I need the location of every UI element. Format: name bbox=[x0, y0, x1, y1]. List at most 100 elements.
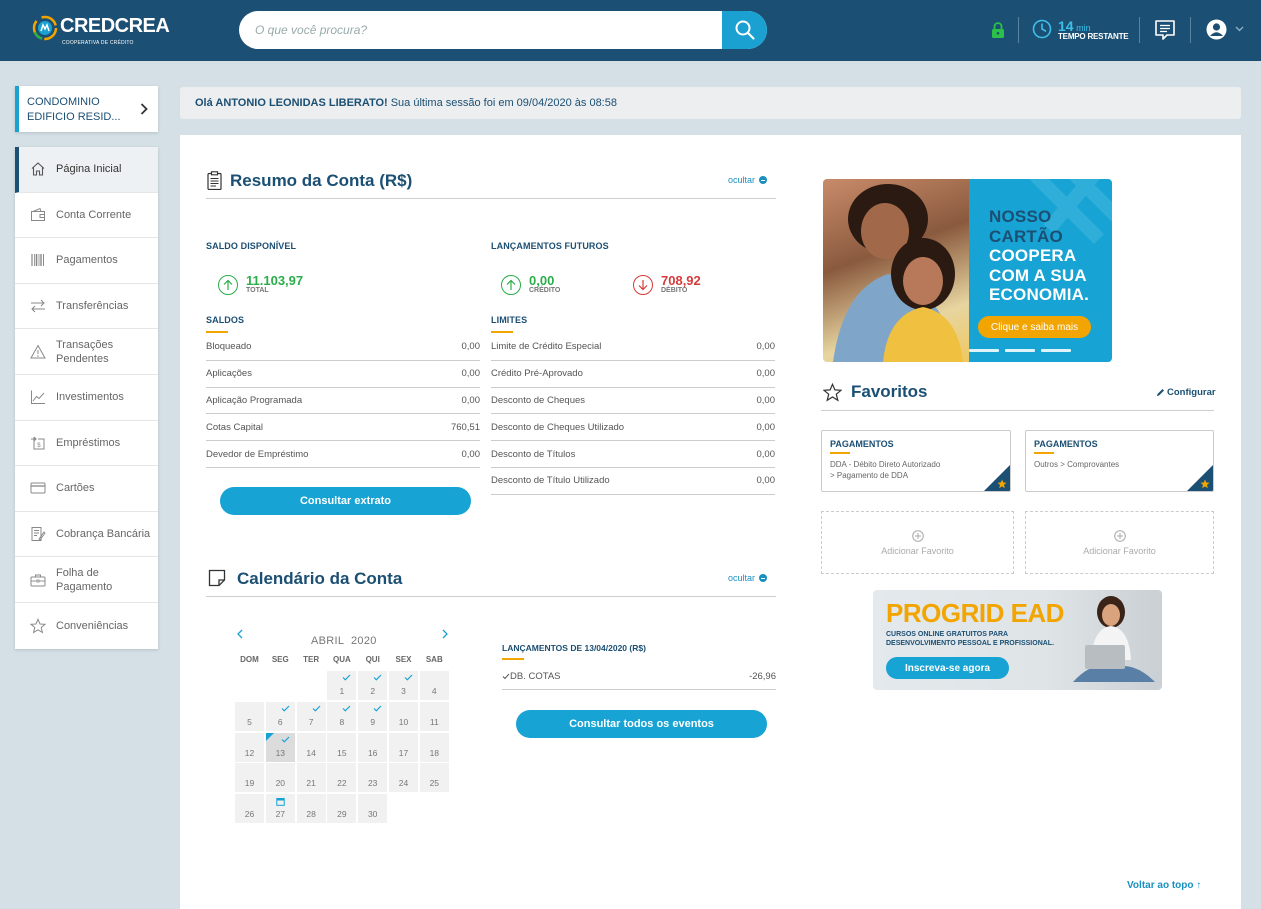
sidebar-item-label: Empréstimos bbox=[56, 436, 121, 449]
logo-mark-icon bbox=[32, 15, 58, 41]
sidebar-item-folha-de-pagamento[interactable]: Folha de Pagamento bbox=[15, 557, 158, 603]
check-icon bbox=[342, 705, 351, 712]
saldo-total: 11.103,97 TOTAL bbox=[218, 274, 303, 295]
favorite-card[interactable]: PAGAMENTOS DDA - Débito Direto Autorizad… bbox=[821, 430, 1011, 492]
sidebar-item-pagamentos[interactable]: Pagamentos bbox=[15, 238, 158, 284]
calendar-day[interactable]: 15 bbox=[327, 732, 357, 762]
debito-futuro: 708,92 DÉBITO bbox=[633, 274, 701, 295]
calendar-day[interactable]: 21 bbox=[296, 763, 326, 793]
configurar-link[interactable]: Configurar bbox=[1156, 387, 1216, 398]
calendario-hide-link[interactable]: ocultar bbox=[728, 573, 768, 583]
sidebar-item-label: Conveniências bbox=[56, 619, 129, 632]
sidebar-item-label: Investimentos bbox=[56, 391, 124, 404]
sidebar-item-transferencias[interactable]: Transferências bbox=[15, 284, 158, 330]
check-icon bbox=[502, 673, 510, 680]
credcrea-logo[interactable]: CREDCREA COOPERATIVA DE CRÉDITO bbox=[32, 13, 170, 49]
calendar-day[interactable]: 1 bbox=[327, 671, 357, 700]
saldos-row: Cotas Capital 760,51 bbox=[206, 414, 480, 442]
add-favorite-button[interactable]: Adicionar Favorito bbox=[1025, 511, 1214, 574]
back-to-top-link[interactable]: Voltar ao topo ↑ bbox=[1127, 880, 1201, 891]
sidebar-item-cobranca-bancaria[interactable]: Cobrança Bancária bbox=[15, 512, 158, 558]
plus-circle-icon bbox=[911, 529, 924, 542]
calendar-day[interactable]: 25 bbox=[419, 763, 449, 793]
calendar-day[interactable]: 18 bbox=[419, 732, 449, 762]
calendar-day[interactable]: 2 bbox=[358, 671, 388, 700]
event-value: -26,96 bbox=[749, 671, 776, 682]
limites-list: Limite de Crédito Especial 0,00 Crédito P… bbox=[491, 334, 775, 495]
calendar-day[interactable]: 30 bbox=[358, 794, 388, 824]
chevron-down-icon[interactable] bbox=[1235, 26, 1244, 32]
saldo-disponivel-label: SALDO DISPONÍVEL bbox=[206, 241, 297, 251]
calendar-day[interactable]: 12 bbox=[235, 732, 264, 762]
calendar-day[interactable]: 7 bbox=[296, 701, 326, 731]
user-avatar-icon[interactable] bbox=[1206, 19, 1227, 40]
sidebar-item-conta-corrente[interactable]: Conta Corrente bbox=[15, 193, 158, 239]
promo-carousel-dots[interactable] bbox=[969, 349, 1071, 352]
sidebar-item-cartoes[interactable]: Cartões bbox=[15, 466, 158, 512]
calendar-day[interactable]: 17 bbox=[389, 732, 418, 762]
sidebar-menu: Página Inicial Conta Corrente Pagamentos… bbox=[15, 147, 158, 649]
arrow-down-icon bbox=[633, 274, 653, 295]
calendar-day[interactable]: 29 bbox=[327, 794, 357, 824]
sidebar-item-pagina-inicial[interactable]: Página Inicial bbox=[15, 147, 158, 193]
debito-sub: DÉBITO bbox=[661, 287, 688, 294]
calendar-day[interactable]: 6 bbox=[265, 701, 295, 731]
calendar-day[interactable]: 9 bbox=[358, 701, 388, 731]
calendar-day[interactable]: 26 bbox=[235, 794, 264, 824]
calendar-day[interactable]: 3 bbox=[389, 671, 418, 700]
arrow-up-icon bbox=[501, 274, 521, 295]
resumo-hide-link[interactable]: ocultar bbox=[728, 175, 768, 185]
favorite-star-icon bbox=[1200, 479, 1210, 489]
sidebar-item-conveniencias[interactable]: Conveniências bbox=[15, 603, 158, 649]
promo-cta-button[interactable]: Clique e saiba mais bbox=[978, 316, 1091, 338]
sidebar-item-emprestimos[interactable]: $ Empréstimos bbox=[15, 421, 158, 467]
calendar-day[interactable]: 19 bbox=[235, 763, 264, 793]
favorite-card[interactable]: PAGAMENTOS Outros > Comprovantes bbox=[1025, 430, 1214, 492]
sidebar-item-transacoes-pendentes[interactable]: Transações Pendentes bbox=[15, 329, 158, 375]
sidebar-item-investimentos[interactable]: Investimentos bbox=[15, 375, 158, 421]
calendar-day[interactable]: 8 bbox=[327, 701, 357, 731]
calendar-day[interactable]: 5 bbox=[235, 701, 264, 731]
debito-value: 708,92 bbox=[661, 273, 701, 288]
calendar-prev-icon[interactable] bbox=[236, 629, 244, 639]
calendar-day[interactable]: 14 bbox=[296, 732, 326, 762]
star-icon bbox=[29, 617, 47, 635]
calendar-day[interactable]: 20 bbox=[265, 763, 295, 793]
progrid-ead-banner[interactable]: PROGRID EAD CURSOS ONLINE GRATUITOS PARA… bbox=[873, 590, 1162, 690]
ead-signup-button[interactable]: Inscreva-se agora bbox=[886, 657, 1009, 679]
sidebar-item-label: Cobrança Bancária bbox=[56, 528, 151, 541]
calendar-day[interactable]: 11 bbox=[419, 701, 449, 731]
calendar-next-icon[interactable] bbox=[441, 629, 449, 639]
calendar-day[interactable]: 22 bbox=[327, 763, 357, 793]
card-icon bbox=[29, 479, 47, 497]
calendar-day[interactable]: 27 bbox=[265, 794, 295, 824]
account-selector[interactable]: CONDOMINIO EDIFICIO RESID... bbox=[15, 86, 158, 132]
calendar-day[interactable]: 10 bbox=[389, 701, 418, 731]
transfer-icon bbox=[29, 297, 47, 315]
chart-icon bbox=[29, 388, 47, 406]
calendar-day[interactable]: 24 bbox=[389, 763, 418, 793]
messages-icon[interactable] bbox=[1154, 19, 1176, 41]
calendar-day[interactable]: 28 bbox=[296, 794, 326, 824]
greeting-bar: Olá ANTONIO LEONIDAS LIBERATO! Sua últim… bbox=[180, 87, 1241, 119]
calendar-day[interactable]: 16 bbox=[358, 732, 388, 762]
calendar-day[interactable]: 23 bbox=[358, 763, 388, 793]
consultar-extrato-button[interactable]: Consultar extrato bbox=[220, 487, 471, 515]
search-bar bbox=[239, 11, 767, 49]
minus-icon bbox=[759, 176, 768, 184]
search-input[interactable] bbox=[239, 11, 722, 49]
chevron-right-icon bbox=[140, 103, 148, 115]
events-title: LANÇAMENTOS DE 13/04/2020 (R$) bbox=[502, 643, 646, 653]
check-icon bbox=[281, 736, 290, 743]
card-promo-banner[interactable]: NOSSO CARTÃO COOPERA COM A SUA ECONOMIA.… bbox=[823, 179, 1112, 362]
search-button[interactable] bbox=[722, 11, 767, 49]
consultar-eventos-button[interactable]: Consultar todos os eventos bbox=[516, 710, 767, 738]
header-divider bbox=[1190, 17, 1191, 43]
warning-icon bbox=[29, 343, 47, 361]
calendar-day[interactable]: 13 bbox=[265, 732, 295, 762]
wallet-icon bbox=[29, 206, 47, 224]
limites-row: Crédito Pré-Aprovado 0,00 bbox=[491, 361, 775, 388]
calendar-day[interactable]: 4 bbox=[419, 671, 449, 700]
add-favorite-button[interactable]: Adicionar Favorito bbox=[821, 511, 1014, 574]
star-icon bbox=[823, 383, 842, 402]
